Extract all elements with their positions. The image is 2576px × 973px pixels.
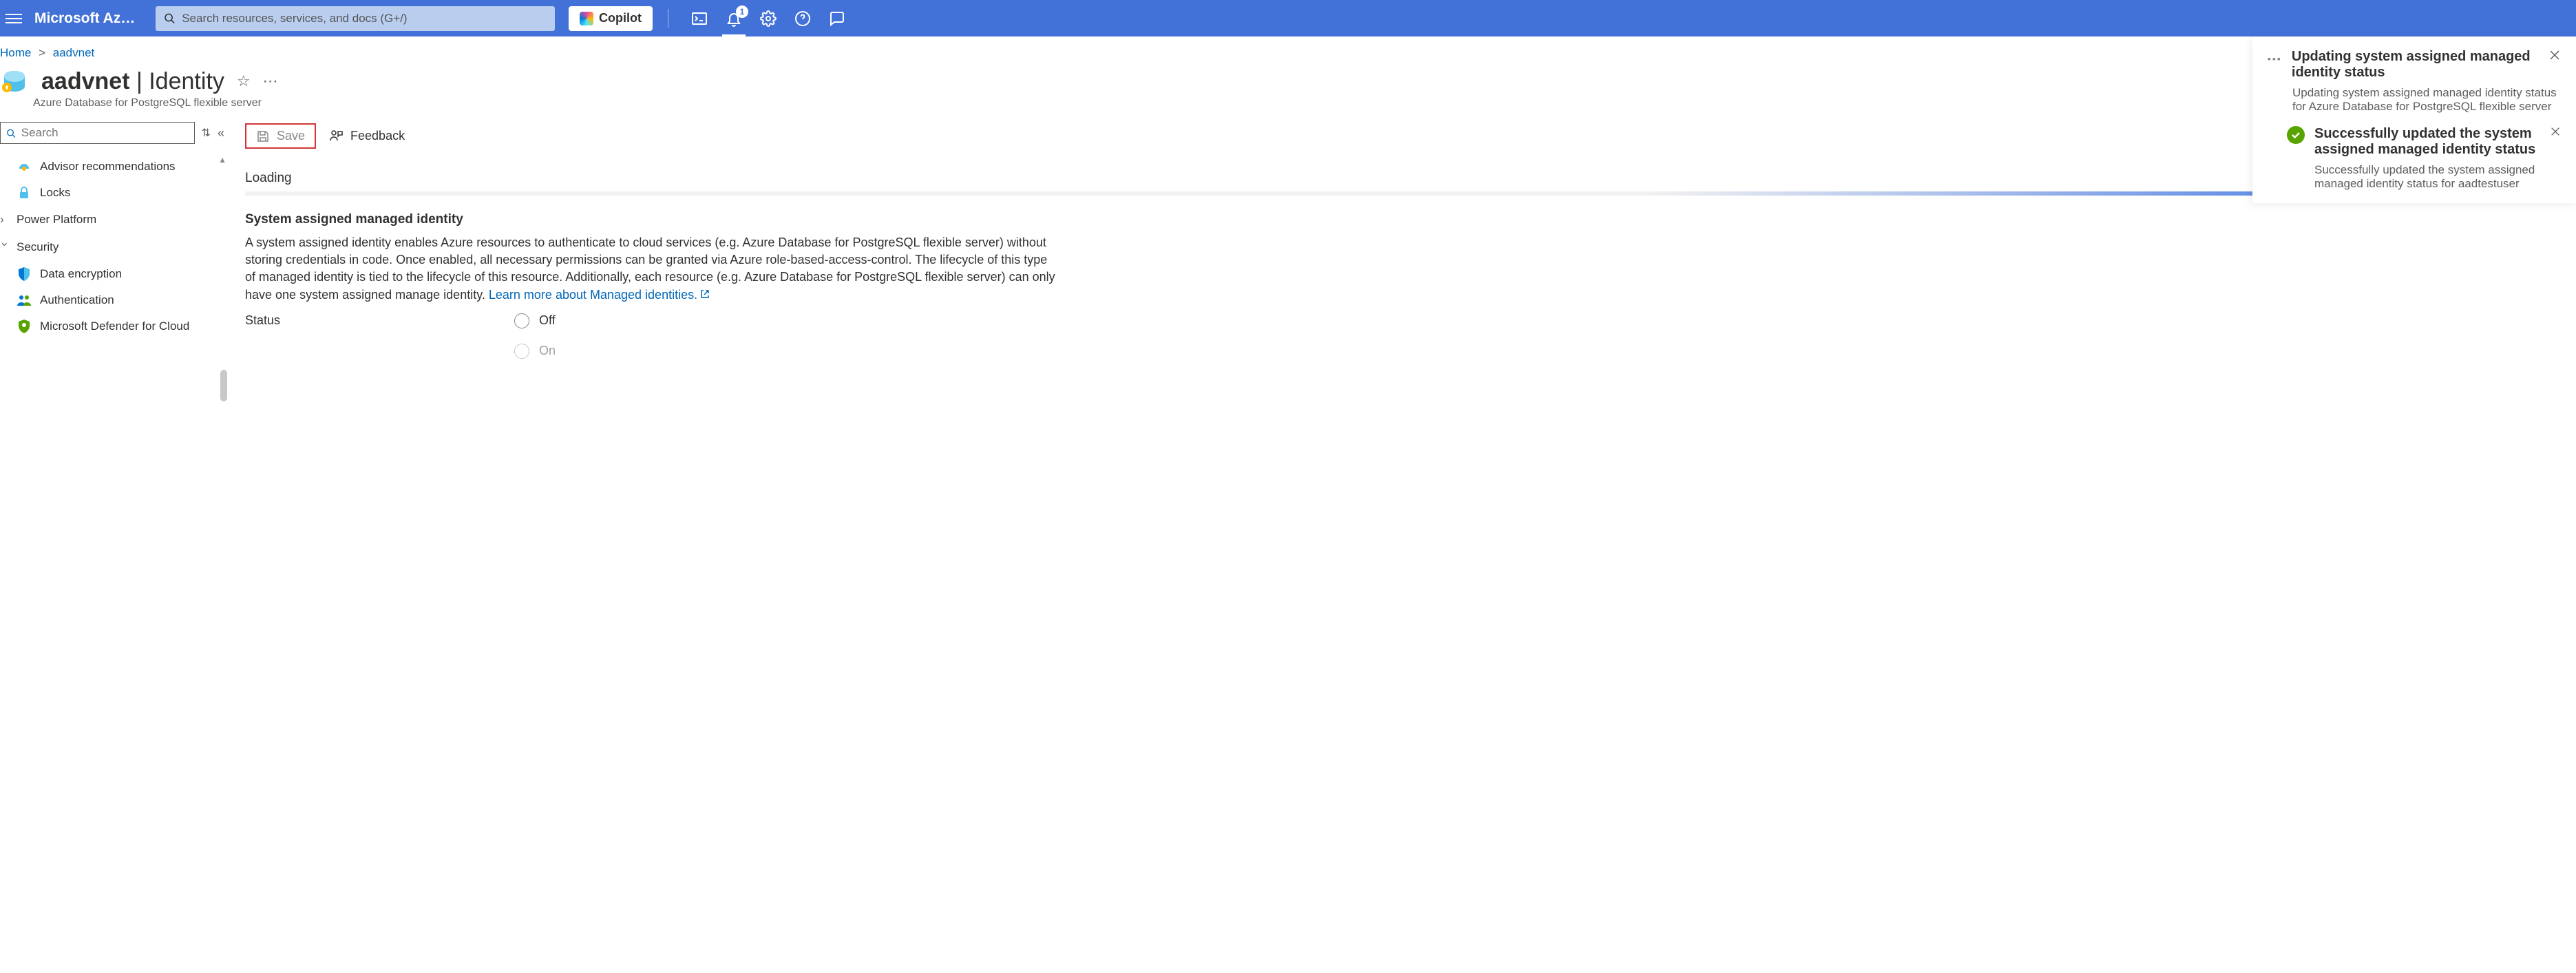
section-heading: System assigned managed identity [245, 212, 2576, 227]
page-title-row: aadvnet | Identity ☆ ⋯ [0, 60, 2576, 96]
loading-progress-bar [245, 191, 2576, 196]
expand-collapse-icon[interactable]: ⇅ [202, 126, 211, 140]
notification-title: Updating system assigned managed identit… [2292, 49, 2539, 81]
status-radio-off[interactable]: Off [514, 313, 556, 328]
breadcrumb: Home > aadvnet [0, 36, 2576, 60]
sidebar-item-defender[interactable]: Microsoft Defender for Cloud [0, 313, 224, 339]
search-icon [6, 128, 16, 138]
chevron-right-icon: › [0, 213, 10, 227]
favorite-star-icon[interactable]: ☆ [237, 72, 251, 90]
people-icon [17, 293, 32, 308]
save-icon [256, 129, 270, 143]
status-radio-on[interactable]: On [514, 344, 556, 359]
cloud-shell-icon[interactable] [690, 10, 708, 28]
ellipsis-icon[interactable]: ▪▪▪ [2268, 53, 2282, 64]
top-bar: Microsoft Azu… Copilot 1 [0, 0, 2576, 36]
copilot-label: Copilot [599, 11, 642, 25]
body: ⇅ « ▲ Advisor recommendations Locks › Po… [0, 122, 2576, 973]
sidebar-item-authentication[interactable]: Authentication [0, 287, 224, 313]
notification-description: Updating system assigned managed identit… [2268, 86, 2561, 114]
success-check-icon [2287, 126, 2305, 144]
sidebar-group-label: Power Platform [17, 213, 96, 227]
sidebar-search-input[interactable] [21, 126, 189, 140]
help-icon[interactable] [794, 10, 812, 28]
feedback-label: Feedback [350, 129, 405, 143]
close-icon[interactable] [2550, 126, 2561, 137]
learn-more-link[interactable]: Learn more about Managed identities. [489, 288, 710, 302]
topbar-actions: 1 [690, 10, 846, 28]
loading-label: Loading [245, 158, 2576, 191]
title-resource-name: aadvnet [41, 68, 130, 94]
sidebar-search-row: ⇅ « [0, 122, 224, 154]
sidebar-search[interactable] [0, 122, 195, 144]
sidebar-group-power-platform[interactable]: › Power Platform [0, 206, 224, 233]
breadcrumb-sep: > [39, 46, 45, 59]
sidebar-item-label: Locks [40, 186, 70, 200]
notification-sub-title: Successfully updated the system assigned… [2314, 126, 2540, 158]
save-button[interactable]: Save [245, 123, 316, 149]
notification-sub-description: Successfully updated the system assigned… [2268, 163, 2561, 191]
copilot-icon [580, 12, 593, 25]
feedback-top-icon[interactable] [828, 10, 846, 28]
feedback-button[interactable]: Feedback [328, 129, 405, 144]
notifications-icon[interactable]: 1 [725, 10, 743, 28]
collapse-sidebar-icon[interactable]: « [218, 126, 224, 140]
settings-icon[interactable] [759, 10, 777, 28]
lock-icon [17, 185, 32, 200]
sidebar-group-security[interactable]: › Security [0, 233, 224, 261]
copilot-button[interactable]: Copilot [569, 6, 653, 31]
breadcrumb-home[interactable]: Home [0, 46, 31, 59]
radio-icon [514, 344, 529, 359]
title-sep: | [130, 68, 149, 94]
radio-label: Off [539, 313, 556, 328]
main-content: Save Feedback Loading System assigned ma… [224, 122, 2576, 973]
feedback-icon [328, 129, 344, 144]
sidebar-item-label: Microsoft Defender for Cloud [40, 320, 189, 333]
radio-label: On [539, 344, 556, 358]
sidebar: ⇅ « ▲ Advisor recommendations Locks › Po… [0, 122, 224, 973]
sidebar-item-label: Data encryption [40, 267, 122, 281]
radio-icon [514, 313, 529, 328]
notification-sub: Successfully updated the system assigned… [2268, 126, 2561, 158]
shield-icon [17, 266, 32, 282]
more-actions-icon[interactable]: ⋯ [263, 72, 278, 90]
page-subtitle: Azure Database for PostgreSQL flexible s… [0, 97, 2576, 109]
defender-icon [17, 319, 32, 334]
sidebar-item-data-encryption[interactable]: Data encryption [0, 261, 224, 287]
notification-panel: ▪▪▪ Updating system assigned managed ide… [2252, 36, 2576, 203]
notif-active-underline [722, 34, 746, 37]
global-search[interactable] [156, 6, 555, 31]
chevron-down-icon: › [0, 242, 12, 252]
sidebar-item-locks[interactable]: Locks [0, 180, 224, 206]
search-icon [164, 12, 175, 24]
breadcrumb-resource[interactable]: aadvnet [53, 46, 95, 59]
advisor-icon [17, 159, 32, 174]
hamburger-menu[interactable] [6, 11, 22, 26]
notification-badge: 1 [736, 6, 748, 18]
sidebar-item-advisor[interactable]: Advisor recommendations [0, 154, 224, 180]
toolbar: Save Feedback [245, 122, 2576, 158]
sidebar-item-label: Advisor recommendations [40, 160, 176, 174]
status-radio-group: Off On [514, 313, 556, 359]
status-label: Status [245, 313, 280, 328]
resource-type-icon [0, 67, 29, 96]
title-section: Identity [149, 68, 224, 94]
brand-label[interactable]: Microsoft Azu… [34, 10, 138, 27]
external-link-icon [700, 286, 710, 304]
close-icon[interactable] [2548, 49, 2561, 61]
sidebar-item-label: Authentication [40, 293, 114, 307]
section-description: A system assigned identity enables Azure… [245, 234, 1057, 304]
save-label: Save [277, 129, 305, 143]
sidebar-group-label: Security [17, 240, 59, 254]
global-search-input[interactable] [182, 12, 547, 25]
page-title: aadvnet | Identity [41, 68, 224, 95]
status-row: Status Off On [245, 313, 2576, 359]
notification-header: ▪▪▪ Updating system assigned managed ide… [2268, 49, 2561, 81]
